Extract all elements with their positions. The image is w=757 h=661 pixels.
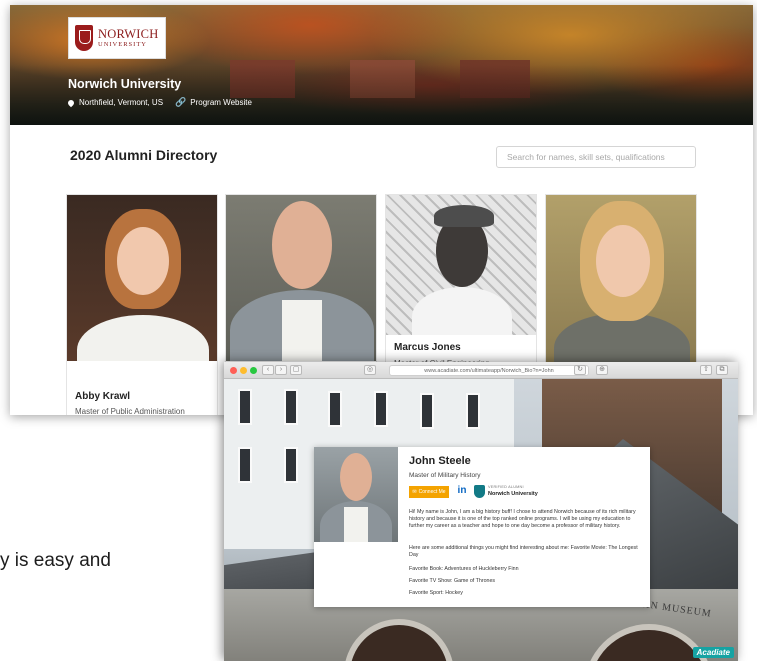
museum-background: SULLIVAN MUSEUM Acadiate John Steele Mas… xyxy=(224,379,738,661)
shield-logo-icon xyxy=(75,25,93,51)
location-pin-icon xyxy=(66,98,76,107)
norwich-logo[interactable]: NORWICH UNIVERSITY xyxy=(68,17,166,59)
alumni-name: Abby Krawl xyxy=(75,391,131,402)
alumni-card-abby[interactable]: Abby Krawl Master of Public Administrati… xyxy=(66,194,218,415)
linkedin-icon[interactable]: in xyxy=(456,485,468,497)
program-website-link[interactable]: Program Website xyxy=(190,98,252,107)
minimize-window-icon[interactable] xyxy=(240,367,247,374)
caption-text: y is easy and xyxy=(0,550,111,571)
download-icon[interactable]: ⊕ xyxy=(596,365,608,375)
close-window-icon[interactable] xyxy=(230,367,237,374)
university-name: Norwich University xyxy=(68,77,182,91)
sidebar-icon[interactable]: ▢ xyxy=(290,365,302,375)
maximize-window-icon[interactable] xyxy=(250,367,257,374)
envelope-icon: ✉ xyxy=(412,489,417,495)
logo-sub-text: UNIVERSITY xyxy=(98,41,147,48)
profile-photo xyxy=(314,447,398,542)
address-bar[interactable]: www.acadiate.com/ultimateapp/Norwich_Bio… xyxy=(389,365,589,376)
favorite-tv-show: Favorite TV Show: Game of Thrones xyxy=(409,578,496,584)
profile-degree: Master of Military History xyxy=(409,472,481,479)
profile-window: ‹ › ▢ ◎ www.acadiate.com/ultimateapp/Nor… xyxy=(224,362,738,661)
location-text: Northfield, Vermont, US xyxy=(79,98,164,107)
university-meta: Northfield, Vermont, US 🔗 Program Websit… xyxy=(66,97,252,108)
profile-bio: Hi! My name is John, I am a big history … xyxy=(409,509,636,529)
link-icon: 🔗 xyxy=(175,97,187,107)
verified-school-name: Norwich University xyxy=(488,491,538,497)
forward-icon[interactable]: › xyxy=(275,365,287,375)
verified-alumni-label: VERIFIED ALUMNI xyxy=(488,485,524,489)
verified-shield-icon xyxy=(474,485,485,498)
acadiate-watermark: Acadiate xyxy=(692,647,734,658)
alumni-photo xyxy=(386,195,536,335)
alumni-name: Marcus Jones xyxy=(394,342,461,353)
connect-button-label: Connect Me xyxy=(418,489,446,495)
directory-search-input[interactable] xyxy=(496,146,696,168)
profile-name: John Steele xyxy=(409,455,471,467)
favorite-sport: Favorite Sport: Hockey xyxy=(409,590,463,596)
alumni-photo xyxy=(546,195,696,370)
directory-window: NORWICH UNIVERSITY Norwich University No… xyxy=(10,5,753,415)
favorite-book: Favorite Book: Adventures of Huckleberry… xyxy=(409,566,519,572)
reload-icon[interactable]: ↻ xyxy=(574,365,586,375)
campus-banner: NORWICH UNIVERSITY Norwich University No… xyxy=(10,5,753,125)
logo-main-text: NORWICH xyxy=(98,26,159,41)
share-icon[interactable]: ⇧ xyxy=(700,365,712,375)
profile-interesting: Here are some additional things you migh… xyxy=(409,545,638,558)
shield-privacy-icon[interactable]: ◎ xyxy=(364,365,376,375)
alumni-photo xyxy=(67,195,217,361)
browser-toolbar: ‹ › ▢ ◎ www.acadiate.com/ultimateapp/Nor… xyxy=(224,362,738,379)
directory-title: 2020 Alumni Directory xyxy=(70,147,218,163)
connect-me-button[interactable]: ✉ Connect Me xyxy=(409,486,449,498)
alumni-degree: Master of Public Administration xyxy=(75,407,185,415)
alumni-photo xyxy=(226,195,376,361)
back-icon[interactable]: ‹ xyxy=(262,365,274,375)
tabs-icon[interactable]: ⧉ xyxy=(716,365,728,375)
profile-card: John Steele Master of Military History ✉… xyxy=(314,447,650,607)
